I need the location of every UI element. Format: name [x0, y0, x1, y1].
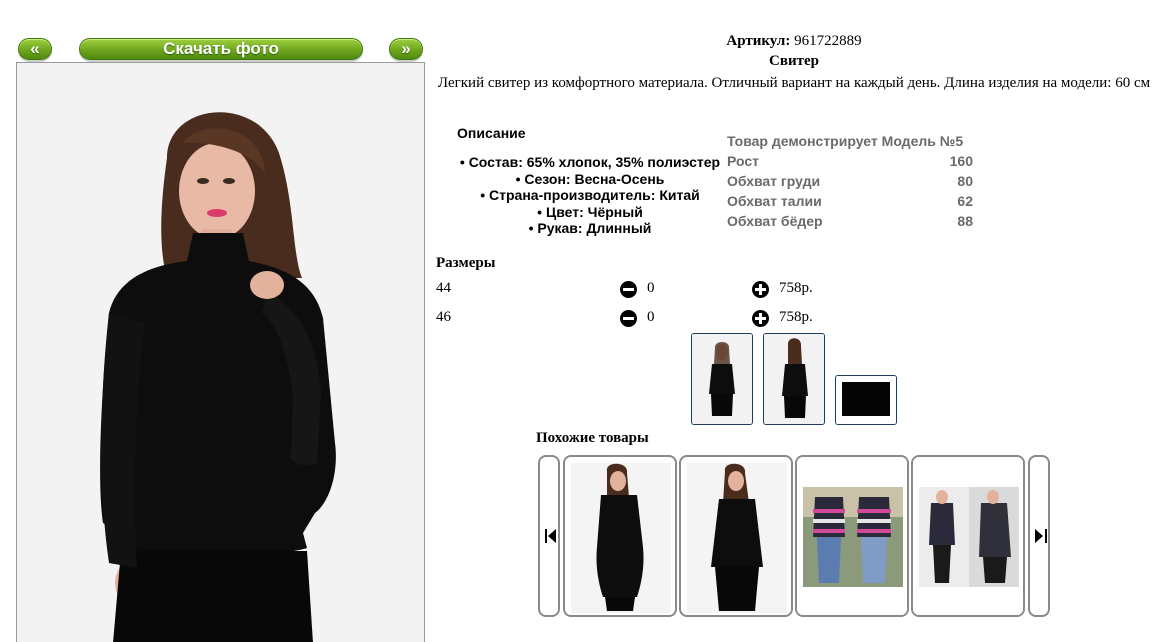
attribute-list: Состав: 65% хлопок, 35% полиэстер Сезон:… — [452, 154, 728, 237]
model-row-label: Обхват талии — [727, 193, 822, 209]
attribute-item: Цвет: Чёрный — [452, 204, 728, 221]
size-row-46: 46 0 758р. — [436, 309, 836, 329]
model-row-label: Обхват груди — [727, 173, 821, 189]
product-name: Свитер — [769, 53, 819, 69]
model-heading: Товар демонстрирует Модель №5 — [727, 133, 964, 149]
photo-thumbnail-1[interactable] — [691, 333, 753, 425]
model-row-value: 88 — [957, 213, 973, 229]
model-row-label: Обхват бёдер — [727, 213, 823, 229]
decrease-quantity-icon[interactable] — [620, 310, 637, 327]
download-photo-button[interactable]: Скачать фото — [79, 38, 363, 60]
prev-photo-button[interactable]: « — [18, 38, 52, 60]
attribute-item: Рукав: Длинный — [452, 220, 728, 237]
size-label: 44 — [436, 280, 451, 296]
photo-thumbnail-2[interactable] — [763, 333, 825, 425]
model-row: Обхват груди 80 — [727, 171, 973, 191]
model-row-label: Рост — [727, 153, 759, 169]
attribute-item: Состав: 65% хлопок, 35% полиэстер — [452, 154, 728, 171]
decrease-quantity-icon[interactable] — [620, 281, 637, 298]
color-swatch-thumbnail[interactable] — [835, 375, 897, 425]
increase-quantity-icon[interactable] — [752, 310, 769, 327]
model-row: Рост 160 — [727, 151, 973, 171]
model-measurements-table: Товар демонстрирует Модель №5 Рост 160 О… — [727, 131, 973, 231]
carousel-prev-button[interactable] — [538, 455, 560, 617]
skip-forward-icon — [1035, 529, 1047, 543]
similar-product-card[interactable] — [679, 455, 793, 617]
sku-label: Артикул: — [726, 33, 791, 49]
sizes-heading: Размеры — [436, 255, 496, 271]
model-row-value: 160 — [949, 153, 973, 169]
product-description: Легкий свитер из комфортного материала. … — [437, 75, 1151, 91]
sku-value: 961722889 — [794, 33, 862, 49]
main-product-photo — [16, 62, 425, 642]
size-row-44: 44 0 758р. — [436, 280, 836, 300]
attribute-item: Сезон: Весна-Осень — [452, 171, 728, 188]
model-row-value: 80 — [957, 173, 973, 189]
model-row-value: 62 — [957, 193, 973, 209]
size-price: 758р. — [779, 309, 813, 325]
size-price: 758р. — [779, 280, 813, 296]
similar-product-card[interactable] — [563, 455, 677, 617]
similar-product-card[interactable] — [795, 455, 909, 617]
increase-quantity-icon[interactable] — [752, 281, 769, 298]
similar-product-card[interactable] — [911, 455, 1025, 617]
size-label: 46 — [436, 309, 451, 325]
similar-products-heading: Похожие товары — [536, 430, 649, 446]
model-row: Обхват бёдер 88 — [727, 211, 973, 231]
quantity-value: 0 — [647, 309, 655, 325]
attribute-item: Страна-производитель: Китай — [452, 187, 728, 204]
skip-back-icon — [545, 529, 556, 543]
quantity-value: 0 — [647, 280, 655, 296]
carousel-next-button[interactable] — [1028, 455, 1050, 617]
model-row: Обхват талии 62 — [727, 191, 973, 211]
sku-line: Артикул: 961722889 — [430, 33, 1158, 50]
next-photo-button[interactable]: » — [389, 38, 423, 60]
description-heading: Описание — [457, 125, 526, 141]
